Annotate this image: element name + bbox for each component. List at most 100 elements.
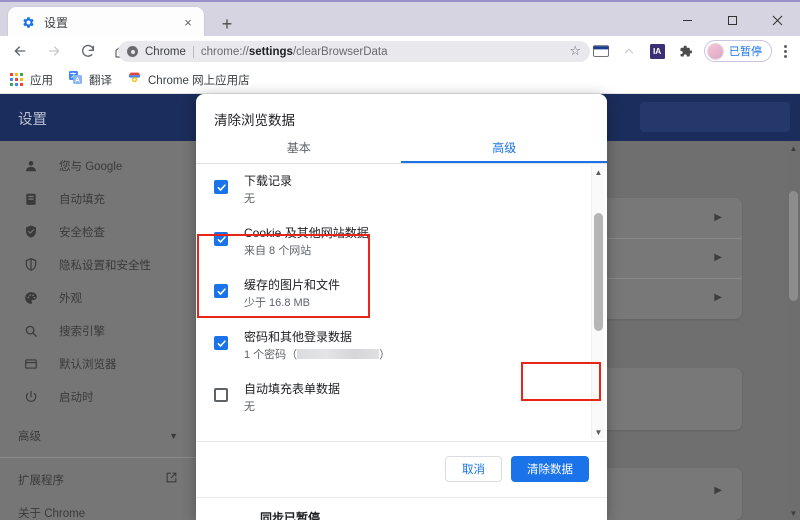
checkbox-checked-icon[interactable] — [214, 180, 228, 194]
browser-tab-settings[interactable]: 设置 × — [8, 7, 204, 38]
sidebar-item-about-chrome[interactable]: 关于 Chrome — [0, 496, 196, 520]
sidebar-item-label: 默认浏览器 — [59, 358, 117, 371]
page-scroll-thumb[interactable] — [789, 191, 798, 301]
power-icon — [22, 390, 39, 404]
sidebar-item-safety-check[interactable]: 安全检查 — [0, 215, 196, 248]
new-tab-button[interactable]: + — [214, 11, 240, 37]
apps-grid-icon — [10, 73, 23, 86]
title-bar: 设置 × + — [0, 0, 800, 38]
page-scrollbar[interactable]: ▲ ▼ — [787, 141, 800, 520]
sidebar-item-privacy-security[interactable]: 隐私设置和安全性 — [0, 248, 196, 281]
profile-status-label: 已暂停 — [729, 46, 762, 58]
sidebar-item-extensions[interactable]: 扩展程序 — [0, 463, 196, 496]
checkbox-checked-icon[interactable] — [214, 336, 228, 350]
chrome-menu-icon[interactable] — [774, 39, 796, 63]
browser-window-icon — [22, 357, 39, 371]
scroll-down-icon[interactable]: ▼ — [787, 506, 800, 520]
sidebar-item-you-and-google[interactable]: 您与 Google — [0, 149, 196, 182]
maximize-icon[interactable] — [710, 4, 755, 36]
list-item-title: 密码和其他登录数据 — [244, 330, 353, 344]
list-item-subtitle: 无 — [244, 401, 255, 413]
reload-icon[interactable] — [74, 37, 102, 65]
clear-data-button[interactable]: 清除数据 — [511, 456, 589, 482]
highlight-box-clear-button — [521, 362, 601, 401]
sidebar-item-appearance[interactable]: 外观 — [0, 281, 196, 314]
dialog-actions: 取消 清除数据 — [196, 442, 607, 496]
sidebar-item-label: 关于 Chrome — [18, 507, 86, 520]
browser-window: 设置 × + Chrome chrome://settings/clearBro… — [0, 0, 800, 520]
sync-text: 同步已暂停 — [260, 509, 372, 520]
bookmark-translate[interactable]: 翻译 — [63, 69, 118, 91]
bookmark-webstore[interactable]: Chrome 网上应用店 — [122, 69, 256, 91]
sync-status-row: 同步已暂停 — [196, 497, 607, 520]
checkbox-unchecked-icon[interactable] — [214, 388, 228, 402]
list-item-subtitle: 1 个密码（） — [244, 349, 391, 361]
sidebar-item-label: 外观 — [59, 292, 82, 305]
list-item-text: 自动填充表单数据 无 — [244, 381, 340, 415]
dialog-tabs: 基本 高级 — [196, 132, 607, 163]
card-extension-icon[interactable] — [588, 38, 614, 64]
sidebar-item-label: 隐私设置和安全性 — [59, 259, 151, 272]
address-bar[interactable]: Chrome chrome://settings/clearBrowserDat… — [118, 41, 590, 62]
sidebar-item-autofill[interactable]: 自动填充 — [0, 182, 196, 215]
list-item-download-history[interactable]: 下载记录 无 — [196, 164, 607, 216]
sidebar-divider — [0, 457, 196, 458]
back-icon[interactable] — [6, 37, 34, 65]
dialog-scroll-thumb[interactable] — [594, 213, 603, 331]
sidebar-item-label: 高级 — [18, 430, 41, 443]
dialog-title: 清除浏览数据 — [214, 113, 295, 128]
sidebar-item-on-startup[interactable]: 启动时 — [0, 380, 196, 413]
avatar — [214, 508, 246, 520]
sidebar-item-default-browser[interactable]: 默认浏览器 — [0, 347, 196, 380]
scroll-down-icon[interactable]: ▼ — [592, 425, 605, 439]
extensions-puzzle-icon[interactable] — [672, 38, 698, 64]
bookmark-apps[interactable]: 应用 — [4, 69, 59, 91]
dialog-tab-indicator — [401, 161, 607, 163]
scroll-up-icon[interactable]: ▲ — [787, 141, 800, 155]
search-input[interactable] — [640, 102, 790, 132]
external-link-icon — [165, 471, 178, 489]
palette-icon — [22, 291, 39, 305]
window-controls — [665, 4, 800, 36]
chevron-right-icon: ▶ — [714, 292, 722, 303]
sidebar-item-advanced[interactable]: 高级 ▼ — [0, 419, 196, 452]
profile-button[interactable]: 已暂停 — [704, 40, 772, 62]
ia-extension-icon[interactable]: IA — [644, 38, 670, 64]
scroll-up-icon[interactable]: ▲ — [592, 165, 605, 179]
close-window-icon[interactable] — [755, 4, 800, 36]
shield-icon — [22, 257, 39, 272]
highlight-box-data-types — [197, 234, 370, 318]
ia-badge-label: IA — [649, 43, 665, 59]
list-item-text: 下载记录 无 — [244, 173, 292, 207]
tab-basic[interactable]: 基本 — [196, 132, 402, 163]
chrome-webstore-icon — [128, 71, 141, 89]
translate-icon — [69, 70, 82, 89]
page-title: 设置 — [18, 112, 47, 128]
chevron-up-icon[interactable] — [616, 38, 642, 64]
tab-title: 设置 — [44, 16, 69, 30]
close-icon[interactable]: × — [178, 13, 198, 33]
settings-sidebar: 您与 Google 自动填充 安全检查 隐私设置和安全性 外观 搜索引擎 默认浏… — [0, 141, 196, 520]
search-icon — [22, 324, 39, 338]
person-icon — [22, 159, 39, 173]
list-item-title: 下载记录 — [244, 174, 293, 188]
gear-icon — [21, 16, 35, 30]
sync-title: 同步已暂停 — [260, 510, 321, 520]
list-item-text: 密码和其他登录数据 1 个密码（） — [244, 329, 390, 363]
toolbar-right-actions: IA 已暂停 — [586, 38, 796, 64]
omnibox-scheme-label: Chrome — [145, 45, 186, 58]
sidebar-item-label: 安全检查 — [59, 226, 105, 239]
shield-check-icon — [22, 224, 39, 239]
chevron-right-icon: ▶ — [714, 252, 722, 263]
bookmark-label: Chrome 网上应用店 — [148, 74, 250, 87]
omnibox-url: chrome://settings/clearBrowserData — [200, 45, 388, 58]
minimize-icon[interactable] — [665, 4, 710, 36]
sidebar-item-label: 自动填充 — [59, 193, 105, 206]
tab-advanced[interactable]: 高级 — [402, 132, 608, 163]
sidebar-item-search-engine[interactable]: 搜索引擎 — [0, 314, 196, 347]
sidebar-item-label: 扩展程序 — [18, 474, 64, 487]
clipboard-icon — [22, 192, 39, 206]
cancel-button[interactable]: 取消 — [445, 456, 502, 482]
sidebar-item-label: 搜索引擎 — [59, 325, 105, 338]
bookmark-star-icon[interactable]: ☆ — [569, 44, 581, 57]
